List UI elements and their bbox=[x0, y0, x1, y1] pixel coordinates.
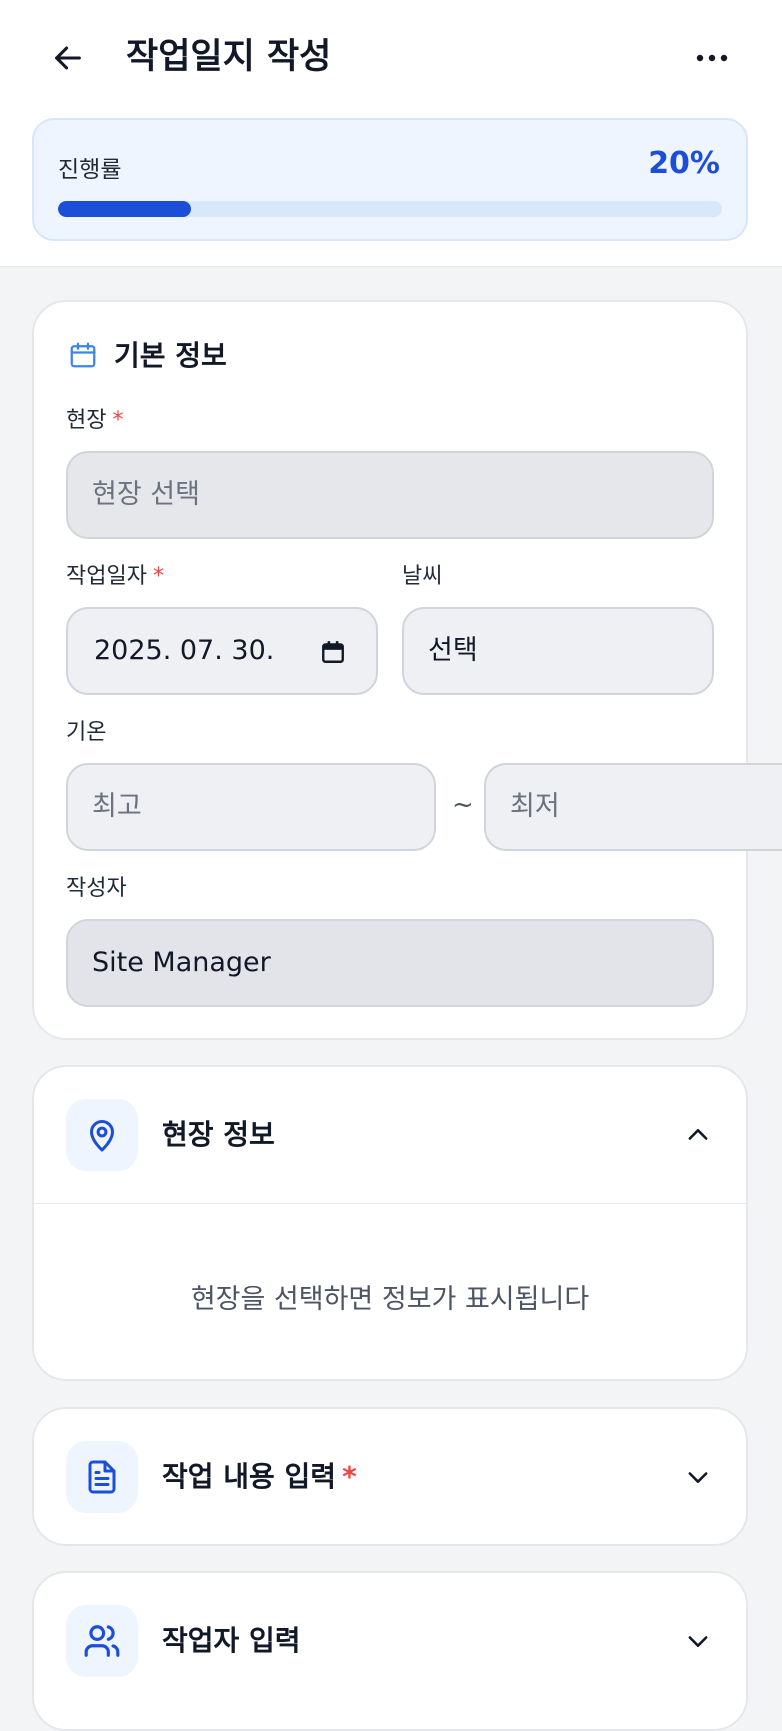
progress-percent: 20% bbox=[648, 146, 720, 181]
temperature-high-input[interactable]: 최고 bbox=[66, 763, 436, 851]
arrow-left-icon bbox=[55, 46, 81, 70]
calendar-picker-icon[interactable] bbox=[320, 639, 346, 665]
back-button[interactable] bbox=[44, 34, 92, 82]
calendar-icon bbox=[70, 342, 96, 368]
site-select-placeholder: 현장 선택 bbox=[92, 479, 200, 510]
document-icon bbox=[88, 1460, 116, 1494]
site-info-title: 현장 정보 bbox=[162, 1118, 275, 1151]
site-info-icon-box bbox=[66, 1099, 138, 1171]
site-label: 현장 * bbox=[66, 406, 123, 436]
weather-select-value: 선택 bbox=[428, 635, 478, 666]
work-date-label-text: 작업일자 bbox=[66, 564, 147, 589]
work-content-icon-box bbox=[66, 1441, 138, 1513]
workers-title: 작업자 입력 bbox=[162, 1624, 301, 1657]
temperature-high-placeholder: 최고 bbox=[92, 791, 142, 822]
temperature-low-placeholder: 최저 bbox=[510, 791, 560, 822]
author-value: Site Manager bbox=[92, 947, 271, 978]
work-date-label: 작업일자 * bbox=[66, 562, 164, 592]
chevron-up-icon[interactable] bbox=[684, 1121, 712, 1149]
temperature-separator: ~ bbox=[452, 790, 474, 820]
temperature-label: 기온 bbox=[66, 720, 107, 745]
page-title: 작업일지 작성 bbox=[126, 37, 332, 77]
site-info-card: 현장 정보 현장을 선택하면 정보가 표시됩니다 bbox=[32, 1065, 748, 1381]
work-content-title-text: 작업 내용 입력 bbox=[162, 1460, 337, 1493]
progress-card: 진행률 20% bbox=[32, 118, 748, 241]
site-info-empty-message: 현장을 선택하면 정보가 표시됩니다 bbox=[190, 1284, 590, 1315]
author-label: 작성자 bbox=[66, 876, 127, 901]
chevron-down-icon[interactable] bbox=[684, 1463, 712, 1491]
required-mark: * bbox=[112, 408, 124, 433]
weather-select[interactable]: 선택 bbox=[402, 607, 714, 695]
more-button[interactable] bbox=[686, 34, 738, 82]
author-field: Site Manager bbox=[66, 919, 714, 1007]
site-label-text: 현장 bbox=[66, 408, 107, 433]
divider bbox=[34, 1203, 746, 1204]
basic-info-title: 기본 정보 bbox=[114, 339, 227, 372]
app-header: 작업일지 작성 진행률 20% bbox=[0, 0, 782, 267]
workers-icon-box bbox=[66, 1605, 138, 1677]
map-pin-icon bbox=[90, 1120, 114, 1152]
work-content-card[interactable]: 작업 내용 입력 * bbox=[32, 1407, 748, 1546]
required-mark: * bbox=[342, 1460, 357, 1493]
chevron-down-icon[interactable] bbox=[684, 1627, 712, 1655]
work-date-input[interactable]: 2025. 07. 30. bbox=[66, 607, 378, 695]
temperature-low-input[interactable]: 최저 bbox=[484, 763, 782, 851]
workers-card[interactable]: 작업자 입력 bbox=[32, 1571, 748, 1731]
basic-info-card: 기본 정보 현장 * 현장 선택 작업일자 * 2025. 07. 30. 날씨 선… bbox=[32, 300, 782, 1040]
site-select[interactable]: 현장 선택 bbox=[66, 451, 714, 539]
work-date-value: 2025. 07. 30. bbox=[94, 635, 275, 666]
progress-label: 진행률 bbox=[58, 157, 122, 183]
users-icon bbox=[84, 1625, 120, 1657]
progress-bar-fill bbox=[58, 201, 191, 217]
progress-bar bbox=[58, 201, 722, 217]
required-mark: * bbox=[152, 564, 164, 589]
work-content-title: 작업 내용 입력 * bbox=[162, 1457, 357, 1497]
more-horizontal-icon bbox=[696, 54, 728, 62]
weather-label: 날씨 bbox=[402, 564, 443, 589]
